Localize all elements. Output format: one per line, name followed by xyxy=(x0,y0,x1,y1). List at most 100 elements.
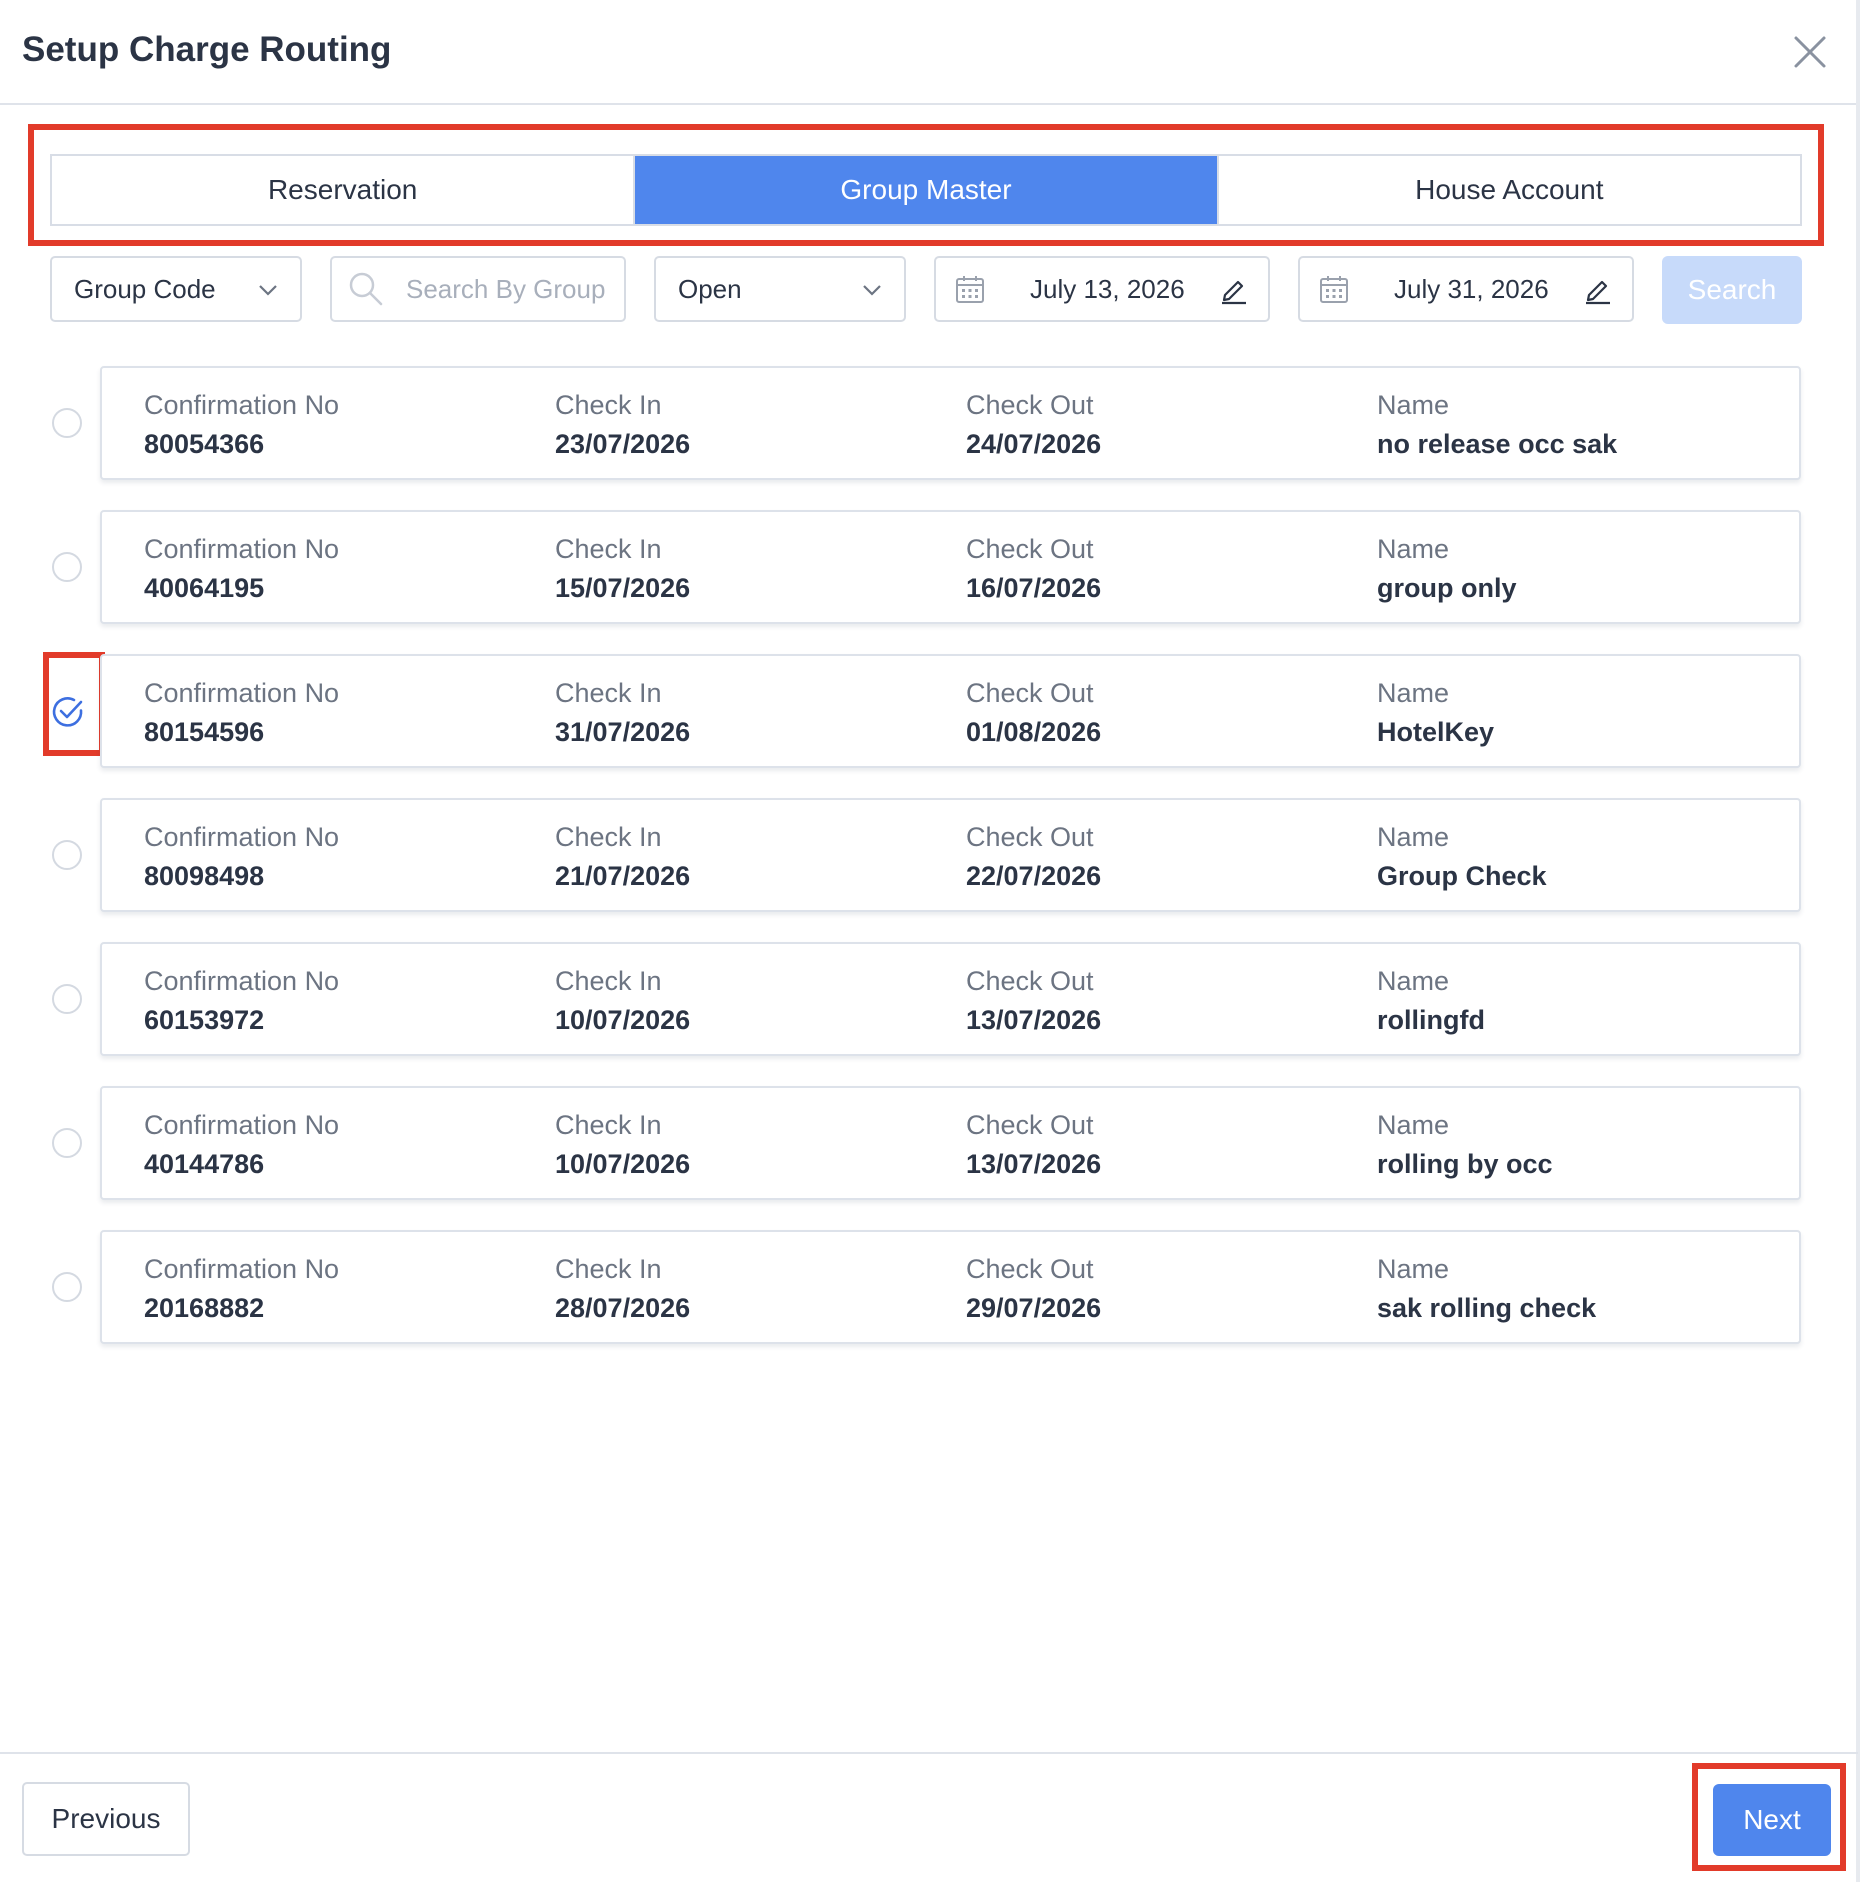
close-button[interactable] xyxy=(1788,30,1832,74)
confirmation-value: 20168882 xyxy=(144,1293,265,1323)
to-date-picker[interactable]: July 31, 2026 xyxy=(1298,256,1634,322)
check-in-label: Check In xyxy=(555,534,662,564)
confirmation-value: 60153972 xyxy=(144,1005,265,1035)
check-in-label: Check In xyxy=(555,390,662,420)
row-radio[interactable] xyxy=(52,552,82,582)
dialog-footer xyxy=(0,1752,1858,1884)
name-value: sak rolling check xyxy=(1377,1293,1597,1323)
check-circle-icon xyxy=(52,697,83,727)
calendar-icon xyxy=(1320,276,1348,303)
confirmation-label: Confirmation No xyxy=(144,534,340,564)
confirmation-value: 80054366 xyxy=(144,429,265,459)
search-type-value: Group Code xyxy=(74,273,216,304)
name-label: Name xyxy=(1377,534,1450,564)
group-row[interactable]: Confirmation No 80054366 Check In 23/07/20… xyxy=(100,366,1801,480)
close-icon xyxy=(1794,36,1826,68)
check-in-value: 21/07/2026 xyxy=(555,861,691,891)
confirmation-label: Confirmation No xyxy=(144,1110,340,1140)
confirmation-label: Confirmation No xyxy=(144,390,340,420)
check-out-label: Check Out xyxy=(966,966,1094,996)
row-radio-selected[interactable] xyxy=(51,695,85,729)
status-select[interactable]: Open xyxy=(654,256,906,322)
confirmation-label: Confirmation No xyxy=(144,966,340,996)
confirmation-label: Confirmation No xyxy=(144,678,340,708)
row-radio[interactable] xyxy=(52,840,82,870)
check-out-label: Check Out xyxy=(966,822,1094,852)
check-out-value: 24/07/2026 xyxy=(966,429,1102,459)
group-row[interactable]: Confirmation No 20168882 Check In 28/07/20… xyxy=(100,1230,1801,1344)
check-out-value: 22/07/2026 xyxy=(966,861,1102,891)
confirmation-value: 80098498 xyxy=(144,861,265,891)
check-out-value: 13/07/2026 xyxy=(966,1149,1102,1179)
setup-charge-routing-dialog: Setup Charge Routing Reservation Group M… xyxy=(0,0,1860,1882)
chevron-down-icon xyxy=(259,285,277,296)
check-in-label: Check In xyxy=(555,678,662,708)
check-in-value: 28/07/2026 xyxy=(555,1293,691,1323)
confirmation-value: 40144786 xyxy=(144,1149,265,1179)
group-row-selected[interactable]: Confirmation No 80154596 Check In 31/07/20… xyxy=(100,654,1801,768)
tab-reservation[interactable]: Reservation xyxy=(52,156,636,224)
name-value: Group Check xyxy=(1377,861,1547,891)
name-value: rolling by occ xyxy=(1377,1149,1553,1179)
check-out-value: 01/08/2026 xyxy=(966,717,1102,747)
check-out-label: Check Out xyxy=(966,534,1094,564)
name-label: Name xyxy=(1377,678,1450,708)
check-in-label: Check In xyxy=(555,1254,662,1284)
name-label: Name xyxy=(1377,390,1450,420)
group-row[interactable]: Confirmation No 60153972 Check In 10/07/20… xyxy=(100,942,1801,1056)
check-in-label: Check In xyxy=(555,1110,662,1140)
group-row[interactable]: Confirmation No 40144786 Check In 10/07/20… xyxy=(100,1086,1801,1200)
confirmation-label: Confirmation No xyxy=(144,1254,340,1284)
search-input[interactable] xyxy=(404,272,608,306)
confirmation-value: 40064195 xyxy=(144,573,265,603)
pencil-icon[interactable] xyxy=(1582,273,1614,305)
confirmation-value: 80154596 xyxy=(144,717,265,747)
confirmation-label: Confirmation No xyxy=(144,822,340,852)
name-value: rollingfd xyxy=(1377,1005,1485,1035)
name-label: Name xyxy=(1377,966,1450,996)
name-value: no release occ sak xyxy=(1377,429,1618,459)
check-in-label: Check In xyxy=(555,966,662,996)
name-value: group only xyxy=(1377,573,1517,603)
check-out-label: Check Out xyxy=(966,390,1094,420)
check-out-label: Check Out xyxy=(966,1110,1094,1140)
check-out-value: 13/07/2026 xyxy=(966,1005,1102,1035)
check-out-label: Check Out xyxy=(966,1254,1094,1284)
from-date-picker[interactable]: July 13, 2026 xyxy=(934,256,1270,322)
row-radio[interactable] xyxy=(52,1128,82,1158)
check-out-value: 16/07/2026 xyxy=(966,573,1102,603)
chevron-down-icon xyxy=(863,285,881,296)
pencil-icon[interactable] xyxy=(1218,273,1250,305)
check-in-value: 31/07/2026 xyxy=(555,717,691,747)
row-radio[interactable] xyxy=(52,408,82,438)
row-radio[interactable] xyxy=(52,1272,82,1302)
check-out-value: 29/07/2026 xyxy=(966,1293,1102,1323)
calendar-icon xyxy=(956,276,984,303)
previous-button[interactable]: Previous xyxy=(22,1782,190,1856)
check-in-value: 15/07/2026 xyxy=(555,573,691,603)
check-in-value: 10/07/2026 xyxy=(555,1005,691,1035)
check-out-label: Check Out xyxy=(966,678,1094,708)
row-radio[interactable] xyxy=(52,984,82,1014)
check-in-label: Check In xyxy=(555,822,662,852)
search-field[interactable] xyxy=(330,256,626,322)
group-row[interactable]: Confirmation No 40064195 Check In 15/07/20… xyxy=(100,510,1801,624)
to-date-value: July 31, 2026 xyxy=(1394,273,1549,304)
check-in-value: 10/07/2026 xyxy=(555,1149,691,1179)
dialog-title: Setup Charge Routing xyxy=(22,30,392,69)
check-in-value: 23/07/2026 xyxy=(555,429,691,459)
name-label: Name xyxy=(1377,822,1450,852)
name-label: Name xyxy=(1377,1254,1450,1284)
from-date-value: July 13, 2026 xyxy=(1030,273,1185,304)
group-row[interactable]: Confirmation No 80098498 Check In 21/07/20… xyxy=(100,798,1801,912)
status-value: Open xyxy=(678,273,742,304)
tab-house-account[interactable]: House Account xyxy=(1218,156,1800,224)
routing-type-tabs: Reservation Group Master House Account xyxy=(50,154,1802,226)
next-button[interactable]: Next xyxy=(1713,1784,1831,1856)
name-value: HotelKey xyxy=(1377,717,1495,747)
search-type-select[interactable]: Group Code xyxy=(50,256,302,322)
search-button[interactable]: Search xyxy=(1662,256,1802,324)
scrollbar-track xyxy=(1856,0,1860,1882)
name-label: Name xyxy=(1377,1110,1450,1140)
tab-group-master[interactable]: Group Master xyxy=(635,156,1219,224)
